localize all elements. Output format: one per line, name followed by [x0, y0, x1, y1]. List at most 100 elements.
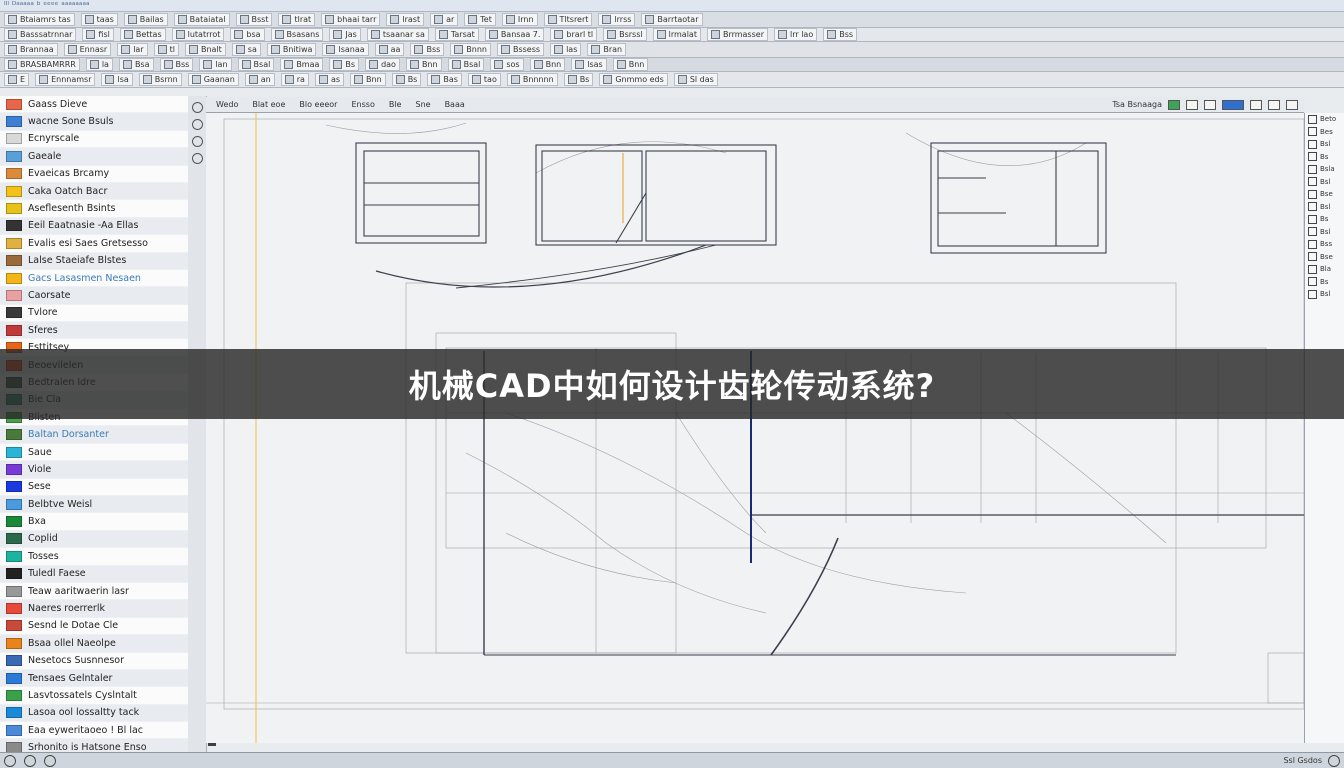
- toolbar-button[interactable]: Basssatrnnar: [4, 28, 77, 41]
- viewport-tool[interactable]: Blo eeeor: [299, 100, 337, 109]
- grid-toggle-icon[interactable]: [1186, 99, 1198, 110]
- close-icon[interactable]: [1286, 99, 1298, 110]
- toolbar-button[interactable]: Bssess: [496, 43, 545, 56]
- layer-list-item[interactable]: Tensaes Gelntaler: [0, 669, 188, 688]
- layer-list-item[interactable]: Naeres roerrerlk: [0, 600, 188, 618]
- toolbar-button[interactable]: Bnn: [350, 73, 386, 86]
- layer-list-item[interactable]: Nesetocs Susnnesor: [0, 653, 188, 670]
- layer-color-swatch[interactable]: [6, 724, 22, 736]
- toolbar-button[interactable]: lar: [117, 43, 148, 56]
- layer-list-item[interactable]: Srhonito is Hatsone Enso: [0, 739, 188, 752]
- toolbar-button[interactable]: lrrss: [598, 13, 636, 26]
- layer-list-item[interactable]: Evalis esi Saes Gretsesso: [0, 235, 188, 253]
- layer-color-swatch[interactable]: [6, 568, 22, 580]
- toolbar-button[interactable]: tlrat: [278, 13, 316, 26]
- property-item[interactable]: Beto: [1305, 113, 1344, 126]
- toolbar-button[interactable]: fisl: [82, 28, 114, 41]
- toolbar-button[interactable]: Bsrnn: [138, 73, 182, 86]
- toolbar-button[interactable]: Bs: [391, 73, 422, 86]
- layer-list-item[interactable]: Tosses: [0, 548, 188, 566]
- property-item[interactable]: Bs: [1305, 151, 1344, 164]
- toolbar-button[interactable]: E: [4, 73, 30, 86]
- toolbar-button[interactable]: Tet: [464, 13, 496, 26]
- layout-toggle-icon[interactable]: [1222, 99, 1244, 110]
- layer-list-item[interactable]: Caka Oatch Bacr: [0, 182, 188, 201]
- toolbar-button[interactable]: Bnalt: [184, 43, 226, 56]
- toolbar-button[interactable]: Bss: [410, 43, 445, 56]
- layer-color-swatch[interactable]: [6, 203, 22, 215]
- toolbar-button[interactable]: lsanaa: [322, 43, 369, 56]
- layer-list-item[interactable]: Lasoa ool lossaltty tack: [0, 704, 188, 723]
- toolbar-button[interactable]: Sl das: [673, 73, 718, 86]
- toolbar-button[interactable]: lrast: [386, 13, 425, 26]
- layer-color-swatch[interactable]: [6, 689, 22, 701]
- toolbar-button[interactable]: Tarsat: [434, 28, 479, 41]
- layer-list-item[interactable]: Baltan Dorsanter: [0, 426, 188, 444]
- layer-list-item[interactable]: Bsaa ollel Naeolpe: [0, 635, 188, 653]
- toolbar-button[interactable]: brarl tl: [550, 28, 598, 41]
- layer-color-swatch[interactable]: [6, 307, 22, 319]
- layer-color-swatch[interactable]: [6, 324, 22, 336]
- toolbar-button[interactable]: Bsal: [447, 58, 485, 71]
- layer-color-swatch[interactable]: [6, 498, 22, 510]
- layer-color-swatch[interactable]: [6, 133, 22, 145]
- property-item[interactable]: Bsl: [1305, 201, 1344, 214]
- layer-color-swatch[interactable]: [6, 481, 22, 493]
- toolbar-button[interactable]: Bran: [587, 43, 627, 56]
- toolbar-button[interactable]: tl: [153, 43, 179, 56]
- layer-list-item[interactable]: Gaeale: [0, 148, 188, 166]
- layer-list-item[interactable]: Viole: [0, 461, 188, 479]
- toolbar-button[interactable]: Btaiamrs tas: [4, 13, 75, 26]
- property-item[interactable]: Bsl: [1305, 226, 1344, 239]
- layer-list-item[interactable]: Tuledl Faese: [0, 565, 188, 583]
- layer-color-swatch[interactable]: [6, 237, 22, 249]
- toolbar-button[interactable]: ar: [430, 13, 459, 26]
- toolbar-button[interactable]: Bas: [427, 73, 462, 86]
- toolbar-button[interactable]: Bansaa 7.: [484, 28, 545, 41]
- layer-list-item[interactable]: Tvlore: [0, 305, 188, 323]
- toolbar-button[interactable]: lsa: [101, 73, 133, 86]
- viewport-tool[interactable]: Ble: [389, 100, 402, 109]
- toolbar-button[interactable]: Bataiatal: [173, 13, 230, 26]
- toolbar-button[interactable]: Bnn: [405, 58, 442, 71]
- layer-color-swatch[interactable]: [6, 550, 22, 562]
- layer-list-item[interactable]: Eeil Eaatnasie -Aa Ellas: [0, 217, 188, 236]
- toolbar-button[interactable]: Bsa: [118, 58, 154, 71]
- toolbar-button[interactable]: lrmalat: [652, 28, 701, 41]
- layer-color-swatch[interactable]: [6, 463, 22, 475]
- viewport-tool[interactable]: Ensso: [351, 100, 374, 109]
- ortho-toggle-icon[interactable]: [1204, 99, 1216, 110]
- snap-toggle-icon[interactable]: [1168, 99, 1180, 110]
- property-item[interactable]: Bsl: [1305, 138, 1344, 151]
- toolbar-button[interactable]: Gaanan: [187, 73, 239, 86]
- property-item[interactable]: Bsla: [1305, 163, 1344, 176]
- toolbar-button[interactable]: Jas: [329, 28, 361, 41]
- toolbar-button[interactable]: bsa: [230, 28, 265, 41]
- layer-list-item[interactable]: Coplid: [0, 530, 188, 549]
- toolbar-button[interactable]: Bnnn: [450, 43, 491, 56]
- status-circle-icon[interactable]: [24, 754, 36, 767]
- layer-color-swatch[interactable]: [6, 585, 22, 597]
- layer-color-swatch[interactable]: [6, 446, 22, 458]
- toolbar-button[interactable]: Brrmasser: [706, 28, 768, 41]
- layer-list-item[interactable]: Sesnd le Dotae Cle: [0, 618, 188, 636]
- toolbar-button[interactable]: Bsrssl: [603, 28, 647, 41]
- viewport-tool[interactable]: Baaa: [445, 100, 465, 109]
- toolbar-button[interactable]: taas: [80, 13, 118, 26]
- property-item[interactable]: Bss: [1305, 238, 1344, 251]
- toolbar-button[interactable]: lan: [199, 58, 232, 71]
- toolbar-button[interactable]: lsas: [571, 58, 607, 71]
- layer-color-swatch[interactable]: [6, 220, 22, 232]
- layer-list-item[interactable]: Evaeicas Brcamy: [0, 166, 188, 183]
- viewport-tool[interactable]: Blat eoe: [252, 100, 285, 109]
- gutter-circle-icon[interactable]: [191, 153, 203, 164]
- layer-list-item[interactable]: Sferes: [0, 322, 188, 340]
- layer-color-swatch[interactable]: [6, 289, 22, 301]
- property-item[interactable]: Bla: [1305, 263, 1344, 276]
- status-circle-icon[interactable]: [44, 754, 56, 767]
- toolbar-button[interactable]: tao: [467, 73, 501, 86]
- toolbar-button[interactable]: las: [550, 43, 582, 56]
- layer-color-swatch[interactable]: [6, 516, 22, 528]
- gutter-circle-icon[interactable]: [191, 136, 203, 147]
- toolbar-button[interactable]: Bsal: [237, 58, 275, 71]
